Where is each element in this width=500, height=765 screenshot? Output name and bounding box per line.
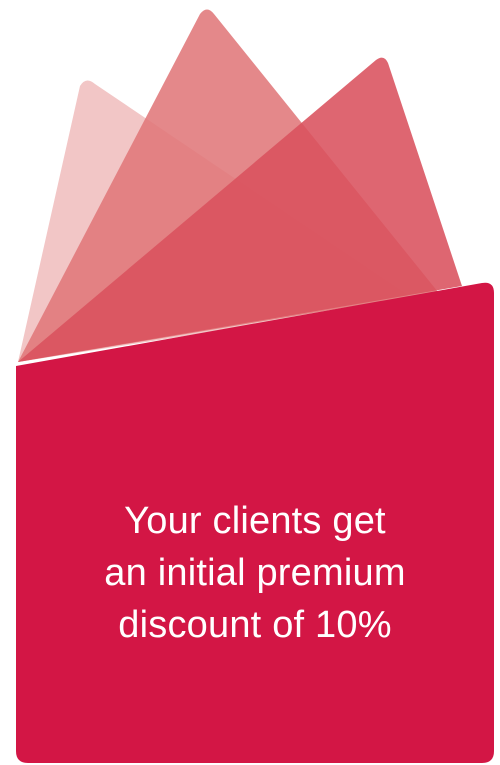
discount-message-line-2: an initial premium — [104, 552, 406, 594]
discount-message: Your clients get an initial premium disc… — [16, 495, 494, 651]
discount-message-line-3: discount of 10% — [118, 604, 392, 646]
discount-message-line-1: Your clients get — [124, 500, 386, 542]
